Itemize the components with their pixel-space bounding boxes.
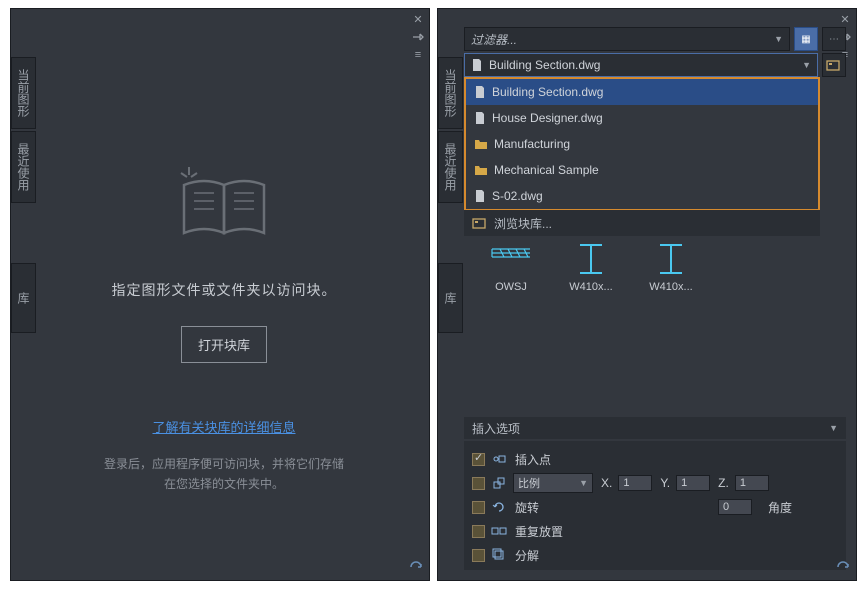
y-label: Y. <box>660 476 670 490</box>
menu-icon[interactable]: ≡ <box>411 49 425 61</box>
chevron-down-icon: ▼ <box>774 34 783 44</box>
tab-recent[interactable]: 最近使用 <box>438 131 463 203</box>
file-dropdown-list: Building Section.dwg House Designer.dwg … <box>464 77 820 211</box>
explode-checkbox[interactable] <box>472 549 485 562</box>
chevron-down-icon: ▼ <box>802 60 811 70</box>
tab-current-drawing[interactable]: 当前图形 <box>11 57 36 129</box>
insertion-point-label: 插入点 <box>515 451 551 468</box>
browse-library-row[interactable]: 浏览块库... <box>464 210 820 236</box>
block-thumb[interactable]: OWSJ <box>488 241 534 293</box>
dropdown-item[interactable]: Mechanical Sample <box>466 157 818 183</box>
block-name: W410x... <box>569 281 612 293</box>
blocks-panel-library: 当前图形 最近使用 库 ✕ ≡ 过滤器... ▼ ▦ ⋯ Building Se… <box>437 8 857 581</box>
block-preview <box>648 241 694 277</box>
file-icon <box>474 85 486 99</box>
x-label: X. <box>601 476 612 490</box>
scale-checkbox[interactable] <box>472 477 485 490</box>
scale-dropdown[interactable]: 比例 ▼ <box>513 473 593 493</box>
rotate-checkbox[interactable] <box>472 501 485 514</box>
rotate-icon <box>491 499 507 515</box>
filter-row: 过滤器... ▼ ▦ ⋯ <box>464 27 846 51</box>
open-block-library-button[interactable]: 打开块库 <box>181 326 267 363</box>
repeat-label: 重复放置 <box>515 523 563 540</box>
angle-label: 角度 <box>768 499 792 516</box>
repeat-checkbox[interactable] <box>472 525 485 538</box>
rotate-label: 旋转 <box>515 499 539 516</box>
folder-icon <box>474 164 488 176</box>
block-thumb[interactable]: W410x... <box>568 241 614 293</box>
block-preview <box>568 241 614 277</box>
library-icon <box>472 216 488 230</box>
current-file-label: Building Section.dwg <box>489 58 600 72</box>
folder-icon <box>474 138 488 150</box>
file-select-row: Building Section.dwg ▼ <box>464 53 846 77</box>
tab-library[interactable]: 库 <box>438 263 463 333</box>
insert-options-title: 插入选项 <box>472 420 520 437</box>
block-name: W410x... <box>649 281 692 293</box>
book-icon <box>169 155 279 250</box>
vertical-tabs: 当前图形 最近使用 库 <box>11 57 31 335</box>
dropdown-item[interactable]: Manufacturing <box>466 131 818 157</box>
filter-label: 过滤器... <box>471 31 517 48</box>
dropdown-item-label: Building Section.dwg <box>492 85 603 99</box>
rotate-input[interactable] <box>718 499 752 515</box>
explode-icon <box>491 547 507 563</box>
empty-message: 指定图形文件或文件夹以访问块。 <box>112 280 337 300</box>
dropdown-item-label: S-02.dwg <box>492 189 543 203</box>
z-label: Z. <box>718 476 729 490</box>
file-icon <box>471 58 483 72</box>
filter-dropdown[interactable]: 过滤器... ▼ <box>464 27 790 51</box>
insertion-point-checkbox[interactable] <box>472 453 485 466</box>
file-icon <box>474 111 486 125</box>
scale-x-input[interactable] <box>618 475 652 491</box>
panel-controls: ✕ ≡ <box>411 13 425 61</box>
block-preview <box>488 241 534 277</box>
sync-icon[interactable] <box>408 559 424 575</box>
tab-recent[interactable]: 最近使用 <box>11 131 36 203</box>
insert-options-body: 插入点 比例 ▼ X. Y. Z. 旋转 角度 重复放置 <box>464 441 846 570</box>
chevron-down-icon: ▼ <box>579 478 588 488</box>
block-thumb[interactable]: W410x... <box>648 241 694 293</box>
browse-button[interactable] <box>822 53 846 77</box>
scale-label: 比例 <box>518 475 540 491</box>
dropdown-item-label: Manufacturing <box>494 137 570 151</box>
blocks-panel-empty: 当前图形 最近使用 库 ✕ ≡ 指定图形文件或文件夹以访问块。 打开块库 了解有… <box>10 8 430 581</box>
tab-current-drawing[interactable]: 当前图形 <box>438 57 463 129</box>
vertical-tabs: 当前图形 最近使用 库 <box>438 57 458 335</box>
file-dropdown[interactable]: Building Section.dwg ▼ <box>464 53 818 77</box>
insert-options-header[interactable]: 插入选项 ▼ <box>464 417 846 439</box>
scale-y-input[interactable] <box>676 475 710 491</box>
close-icon[interactable]: ✕ <box>838 13 852 25</box>
dropdown-item[interactable]: Building Section.dwg <box>466 79 818 105</box>
options-button[interactable]: ⋯ <box>822 27 846 51</box>
dropdown-item-label: Mechanical Sample <box>494 163 599 177</box>
dropdown-item-label: House Designer.dwg <box>492 111 603 125</box>
file-icon <box>474 189 486 203</box>
chevron-down-icon: ▼ <box>829 423 838 433</box>
insertion-point-icon <box>491 451 507 467</box>
close-icon[interactable]: ✕ <box>411 13 425 25</box>
block-thumbnails: OWSJ W410x... W410x... <box>488 241 694 293</box>
tab-library[interactable]: 库 <box>11 263 36 333</box>
block-name: OWSJ <box>495 281 527 293</box>
sync-icon[interactable] <box>835 559 851 575</box>
login-hint-text: 登录后，应用程序便可访问块，并将它们存储 在您选择的文件夹中。 <box>104 454 344 495</box>
view-mode-button[interactable]: ▦ <box>794 27 818 51</box>
dropdown-item[interactable]: House Designer.dwg <box>466 105 818 131</box>
empty-state: 指定图形文件或文件夹以访问块。 打开块库 了解有关块库的详细信息 登录后，应用程… <box>37 27 411 562</box>
repeat-icon <box>491 523 507 539</box>
dropdown-item[interactable]: S-02.dwg <box>466 183 818 209</box>
browse-label: 浏览块库... <box>494 215 552 232</box>
pin-icon[interactable] <box>411 31 425 43</box>
scale-icon <box>491 475 507 491</box>
learn-more-link[interactable]: 了解有关块库的详细信息 <box>152 417 295 436</box>
scale-z-input[interactable] <box>735 475 769 491</box>
explode-label: 分解 <box>515 547 539 564</box>
